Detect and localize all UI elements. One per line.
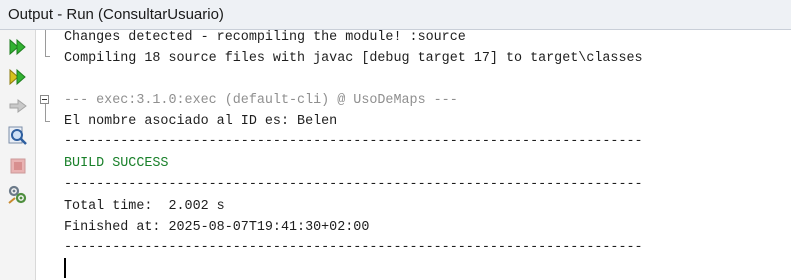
fold-gutter: [36, 30, 58, 280]
stop-icon: [10, 158, 26, 174]
rerun-icon: [9, 38, 26, 56]
output-tab-title-bar[interactable]: Output - Run (ConsultarUsuario): [0, 0, 791, 30]
fold-guide-line: [45, 30, 46, 56]
stop-button[interactable]: [5, 154, 31, 178]
fold-guide-line: [45, 104, 46, 121]
fold-toggle[interactable]: [40, 95, 49, 104]
output-separator: ----------------------------------------…: [64, 240, 643, 255]
output-line-exec-header: --- exec:3.1.0:exec (default-cli) @ UsoD…: [64, 93, 458, 108]
fold-guide-end: [45, 56, 50, 57]
output-separator: ----------------------------------------…: [64, 177, 643, 192]
rerun-with-options-button[interactable]: [5, 65, 31, 89]
rerun-last-button[interactable]: [5, 94, 31, 118]
output-toolbar: [0, 30, 36, 280]
output-text-area[interactable]: Changes detected - recompiling the modul…: [58, 30, 791, 280]
output-line: Compiling 18 source files with javac [de…: [64, 51, 643, 66]
tools-button[interactable]: [5, 183, 31, 207]
rerun-with-options-icon: [9, 68, 26, 86]
output-finished-at: Finished at: 2025-08-07T19:41:30+02:00: [64, 220, 370, 235]
output-separator: ----------------------------------------…: [64, 134, 643, 149]
arrow-right-icon: [9, 99, 27, 113]
output-title: Output - Run (ConsultarUsuario): [8, 6, 224, 23]
output-line: El nombre asociado al ID es: Belen: [64, 114, 338, 129]
output-line: Changes detected - recompiling the modul…: [64, 30, 466, 45]
output-total-time: Total time: 2.002 s: [64, 199, 225, 214]
settings-search-icon: [8, 126, 27, 145]
build-status: BUILD SUCCESS: [64, 156, 169, 171]
rerun-button[interactable]: [5, 35, 31, 59]
text-caret: [64, 258, 66, 278]
output-window: Output - Run (ConsultarUsuario) Changes …: [0, 0, 791, 280]
tools-icon: [8, 185, 27, 204]
fold-guide-end: [45, 121, 50, 122]
settings-button[interactable]: [5, 124, 31, 148]
